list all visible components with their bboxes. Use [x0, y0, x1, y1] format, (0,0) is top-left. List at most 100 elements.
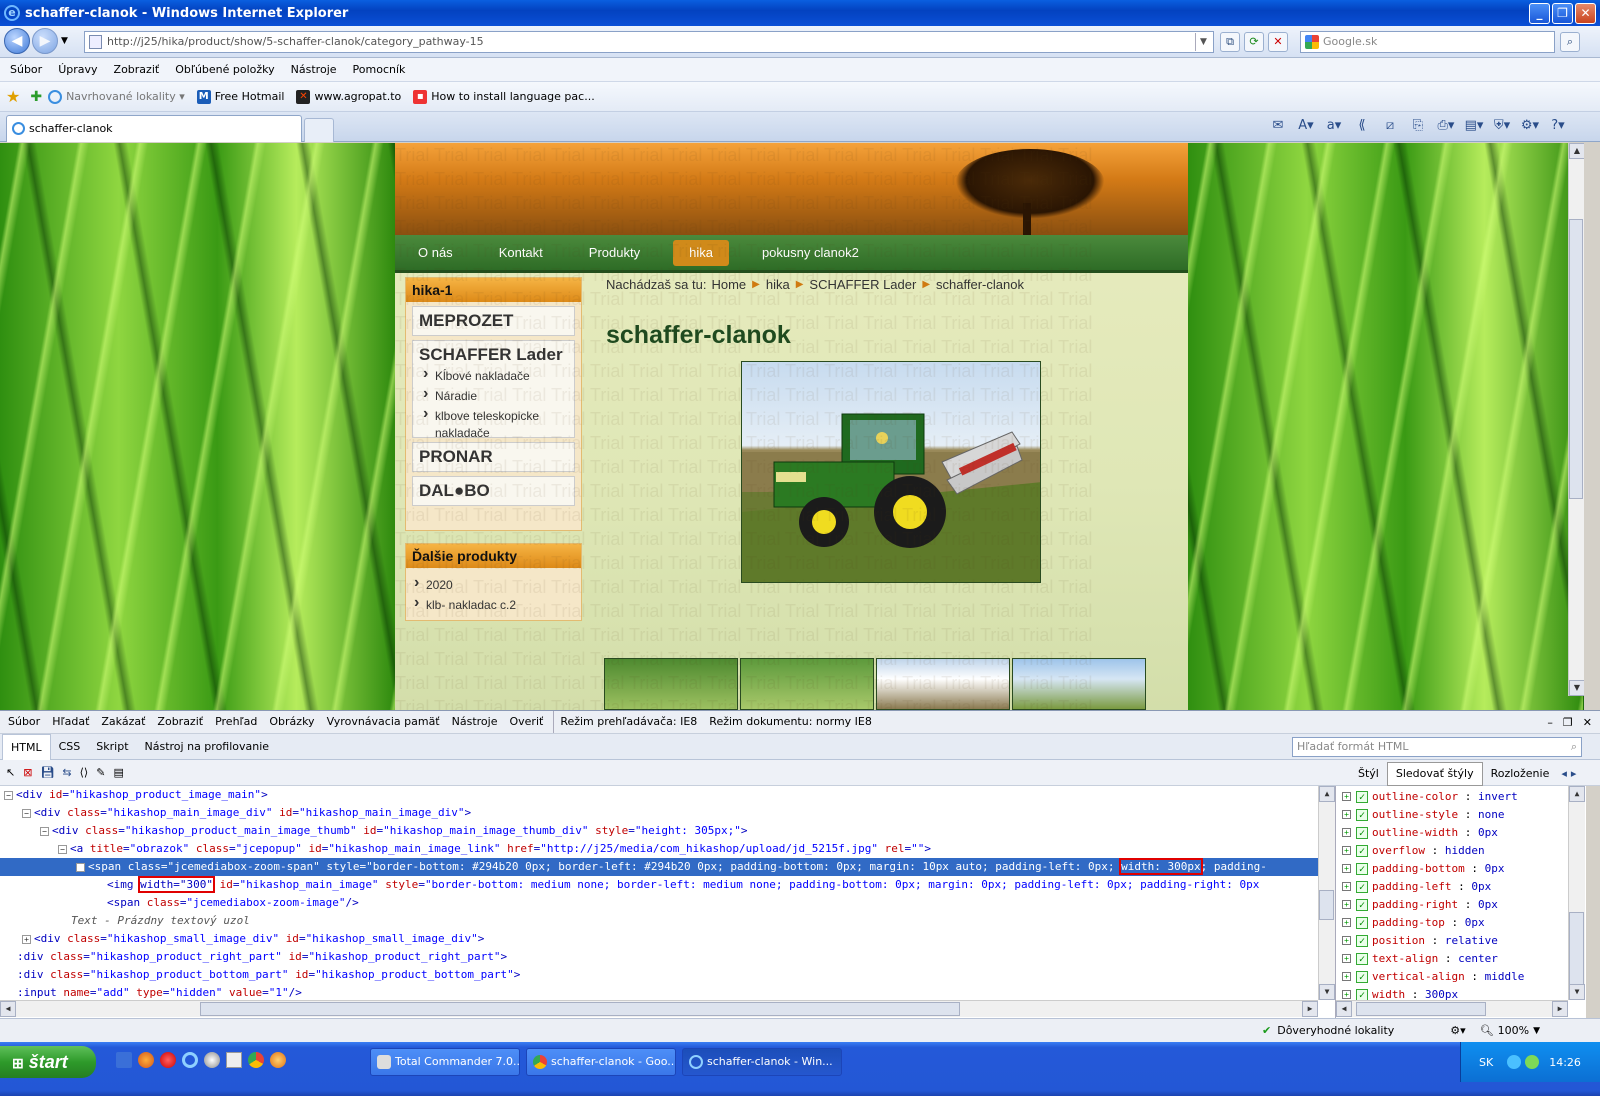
totalcmd-icon[interactable]	[226, 1052, 242, 1068]
product-thumbnail-2[interactable]	[740, 658, 874, 710]
page-scroll-thumb[interactable]	[1569, 219, 1583, 499]
clear-icon[interactable]: ⊠	[23, 766, 32, 779]
style-rule[interactable]: + ✓ padding-top : 0px	[1336, 914, 1586, 932]
address-dropdown-icon[interactable]: ▼	[1195, 33, 1211, 51]
menu-file[interactable]: Súbor	[2, 58, 50, 82]
start-button[interactable]: ⊞ štart	[0, 1046, 96, 1078]
more-item-klb-nakladac[interactable]: klb- nakladac c.2	[410, 594, 575, 614]
style-vscroll[interactable]: ▲ ▼	[1568, 786, 1585, 1000]
tab-layout[interactable]: Rozloženie	[1483, 763, 1558, 785]
html-scroll-thumb[interactable]	[1319, 890, 1334, 920]
more-item-2020[interactable]: 2020	[410, 574, 575, 594]
style-rule[interactable]: + ✓ vertical-align : middle	[1336, 968, 1586, 986]
dev-close-icon[interactable]: ✕	[1583, 716, 1592, 729]
collapse-icon[interactable]: −	[22, 808, 31, 818]
html-hscroll-thumb[interactable]	[200, 1002, 960, 1016]
html-tree-node[interactable]: − <span class="jcemediabox-zoom-span" sty…	[0, 858, 1335, 876]
style-rule[interactable]: + ✓ overflow : hidden	[1336, 842, 1586, 860]
scroll-up-icon[interactable]: ▲	[1319, 786, 1335, 802]
nav-item-produkty[interactable]: Produkty	[566, 234, 663, 272]
feeds-icon[interactable]: ✉	[1264, 116, 1292, 136]
find-html-input[interactable]: Hľadať formát HTML ⌕	[1292, 737, 1582, 757]
style-rule[interactable]: + ✓ text-align : center	[1336, 950, 1586, 968]
dev-menu-tools[interactable]: Nástroje	[446, 711, 504, 733]
select-element-icon[interactable]: ↖	[6, 766, 15, 779]
style-rule[interactable]: + ✓ position : relative	[1336, 932, 1586, 950]
subcategory-teleskopicke[interactable]: klbove teleskopicke nakladače	[419, 405, 568, 442]
minimize-button[interactable]: _	[1529, 2, 1550, 24]
scroll-up-icon[interactable]: ▲	[1569, 143, 1584, 159]
word-wrap-icon[interactable]: ▤	[113, 766, 123, 779]
tab-script[interactable]: Skript	[88, 734, 136, 759]
view-source-icon[interactable]: ⧄	[1376, 116, 1404, 136]
dev-menu-disable[interactable]: Zakázať	[95, 711, 151, 733]
expand-icon[interactable]: +	[1342, 990, 1351, 999]
style-rule[interactable]: + ✓ outline-color : invert	[1336, 788, 1586, 806]
task-total-commander[interactable]: Total Commander 7.0...	[370, 1048, 520, 1076]
refresh-icon[interactable]: ⇆	[62, 766, 71, 779]
style-checkbox[interactable]: ✓	[1356, 971, 1368, 983]
breadcrumb-schaffer-lader[interactable]: SCHAFFER Lader	[809, 277, 916, 292]
back-button[interactable]: ◀	[4, 28, 30, 54]
accelerator-icon[interactable]: ⟪	[1348, 116, 1376, 136]
font-size-icon[interactable]: A▾	[1292, 116, 1320, 136]
desktop-icon[interactable]	[116, 1052, 132, 1068]
history-dropdown-icon[interactable]: ▼	[61, 36, 68, 46]
copy-icon[interactable]: ⎘	[1404, 116, 1432, 136]
scroll-down-icon[interactable]: ▼	[1569, 680, 1584, 696]
trace-styles-pane[interactable]: + ✓ outline-color : invert + ✓ outline-style …	[1336, 786, 1586, 1018]
expand-icon[interactable]: +	[1342, 792, 1351, 801]
dev-menu-outline[interactable]: Prehľad	[209, 711, 263, 733]
html-tree-node[interactable]: − <div class="hikashop_product_main_image…	[0, 822, 1335, 840]
expand-icon[interactable]: +	[1342, 900, 1351, 909]
scroll-left-icon[interactable]: ◀	[0, 1001, 16, 1017]
html-tree-node[interactable]: Text - Prázdny textový uzol	[0, 912, 1335, 930]
scroll-right-icon[interactable]: ▶	[1552, 1001, 1568, 1017]
html-tree-pane[interactable]: − <div id="hikashop_product_image_main"> −…	[0, 786, 1336, 1018]
expand-icon[interactable]: +	[1342, 828, 1351, 837]
network-icon[interactable]	[1507, 1055, 1522, 1069]
expand-icon[interactable]: +	[1342, 972, 1351, 981]
subcategory-naradie[interactable]: Náradie	[419, 385, 568, 405]
tab-style[interactable]: Štýl	[1350, 763, 1387, 785]
style-rule[interactable]: + ✓ padding-right : 0px	[1336, 896, 1586, 914]
style-checkbox[interactable]: ✓	[1356, 863, 1368, 875]
category-schaffer-lader[interactable]: SCHAFFER Lader Kĺbové nakladače Náradie …	[412, 340, 575, 440]
opera-icon[interactable]	[160, 1052, 176, 1068]
collapse-icon[interactable]: −	[4, 790, 13, 800]
media-icon[interactable]	[204, 1052, 220, 1068]
search-icon[interactable]: ⌕	[1560, 32, 1580, 52]
document-mode[interactable]: Režim dokumentu: normy IE8	[703, 711, 878, 733]
style-hscroll[interactable]: ◀ ▶	[1336, 1000, 1568, 1017]
gear-icon[interactable]: ⚙▾	[1516, 116, 1544, 136]
tray-app-icon[interactable]	[1525, 1055, 1540, 1069]
text-tool-icon[interactable]: a▾	[1320, 116, 1348, 136]
task-chrome[interactable]: schaffer-clanok - Goo...	[526, 1048, 676, 1076]
html-tree-node[interactable]: + <div class="hikashop_small_image_div" i…	[0, 930, 1335, 948]
add-favorite-icon[interactable]: ✚	[30, 89, 42, 105]
dev-menu-images[interactable]: Obrázky	[263, 711, 320, 733]
nav-item-hika[interactable]: hika	[673, 239, 729, 266]
product-thumbnail-3[interactable]	[876, 658, 1010, 710]
restore-button[interactable]: ❐	[1552, 2, 1573, 24]
language-indicator[interactable]: SK	[1479, 1056, 1493, 1069]
category-pronar[interactable]: PRONAR	[412, 442, 575, 472]
html-hscroll[interactable]: ◀ ▶	[0, 1000, 1318, 1017]
edit-icon[interactable]: ✎	[96, 766, 105, 779]
collapse-icon[interactable]: −	[76, 862, 85, 872]
dev-unpin-icon[interactable]: ❐	[1563, 716, 1573, 729]
chevron-left-icon[interactable]: ◂	[1561, 767, 1567, 780]
html-tree-node[interactable]: <img width="300" id = "hikashop_main_image…	[0, 876, 1335, 894]
scroll-down-icon[interactable]: ▼	[1569, 984, 1585, 1000]
expand-icon[interactable]: +	[1342, 918, 1351, 927]
scroll-up-icon[interactable]: ▲	[1569, 786, 1585, 802]
product-main-image[interactable]	[741, 361, 1041, 583]
category-dalbo[interactable]: DAL●BO	[412, 476, 575, 506]
nav-item-kontakt[interactable]: Kontakt	[476, 234, 566, 272]
html-tree-node[interactable]: − <div class="hikashop_main_image_div" id…	[0, 804, 1335, 822]
protected-mode-icon[interactable]: ⚙▾	[1450, 1024, 1465, 1037]
menu-favorites[interactable]: Obľúbené položky	[167, 58, 282, 82]
scroll-down-icon[interactable]: ▼	[1319, 984, 1335, 1000]
style-checkbox[interactable]: ✓	[1356, 917, 1368, 929]
fav-agropat[interactable]: ✕ www.agropat.to	[296, 89, 401, 104]
